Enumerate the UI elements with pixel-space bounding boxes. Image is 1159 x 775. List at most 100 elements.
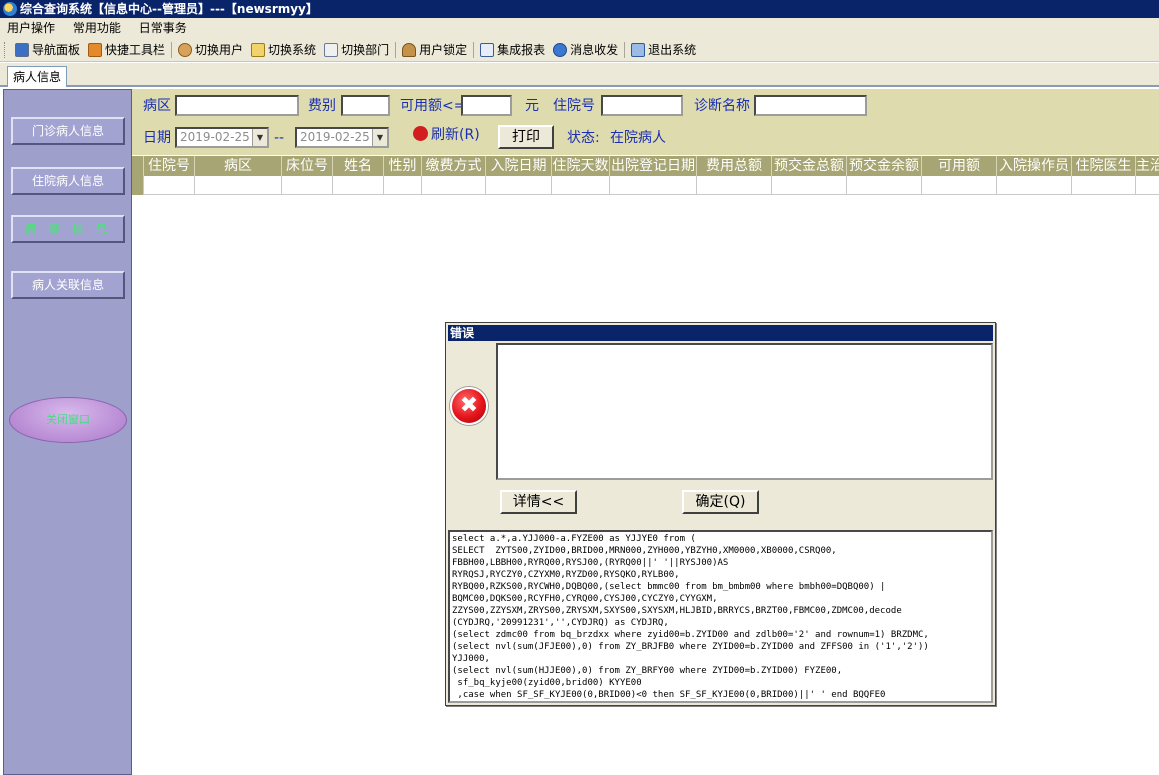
quick-toolbar-button[interactable]: 快捷工具栏: [84, 40, 169, 60]
table-cell[interactable]: [847, 176, 922, 195]
table-cell[interactable]: [610, 176, 697, 195]
diagnosis-label: 诊断名称: [694, 98, 750, 114]
row-indicator[interactable]: [132, 176, 144, 195]
column-header[interactable]: 出院登记日期: [610, 156, 697, 176]
inpatient-info-button[interactable]: 住院病人信息: [11, 167, 125, 195]
grid-header: 住院号 病区 床位号 姓名 性别 缴费方式 入院日期 住院天数 出院登记日期 费…: [132, 156, 1159, 176]
patient-related-info-button[interactable]: 病人关联信息: [11, 271, 125, 299]
table-row[interactable]: [132, 176, 1159, 195]
error-dialog: 错误 ✖ 详情<< 确定(Q) select a.*,a.YJJ000-a.FY…: [445, 322, 996, 706]
messages-button[interactable]: 消息收发: [549, 40, 622, 60]
error-details-text[interactable]: select a.*,a.YJJ000-a.FYZE00 as YJJYE0 f…: [448, 530, 993, 703]
table-cell[interactable]: [697, 176, 772, 195]
available-amount-input[interactable]: [461, 95, 512, 116]
column-header[interactable]: 病区: [195, 156, 282, 176]
table-cell[interactable]: [282, 176, 333, 195]
column-header[interactable]: 姓名: [333, 156, 384, 176]
fee-type-input[interactable]: [341, 95, 390, 116]
exit-button[interactable]: 退出系统: [627, 40, 700, 60]
details-button[interactable]: 详情<<: [500, 490, 577, 514]
close-window-button[interactable]: 关闭窗口: [9, 397, 127, 443]
user-lock-icon: [402, 42, 417, 57]
column-header[interactable]: 性别: [384, 156, 422, 176]
inpatient-no-input[interactable]: [601, 95, 683, 116]
fee-type-label: 费别: [308, 98, 336, 114]
column-header[interactable]: 住院号: [144, 156, 195, 176]
date-to-picker[interactable]: 2019-02-25 ▼: [295, 127, 389, 148]
table-cell[interactable]: [384, 176, 422, 195]
menu-common-functions[interactable]: 常用功能: [66, 18, 128, 38]
users-icon: [178, 42, 193, 57]
chevron-down-icon[interactable]: ▼: [252, 129, 267, 146]
error-icon: ✖: [450, 387, 488, 425]
table-cell[interactable]: [422, 176, 486, 195]
table-cell[interactable]: [333, 176, 384, 195]
column-header[interactable]: 预交金余额: [847, 156, 922, 176]
window-title-bar: 综合查询系统【信息中心--管理员】---【newsrmyy】: [0, 0, 1159, 18]
diagnosis-input[interactable]: [754, 95, 867, 116]
table-cell[interactable]: [922, 176, 997, 195]
nav-panel-label: 导航面板: [32, 43, 81, 57]
column-header[interactable]: 费用总额: [697, 156, 772, 176]
record-info-button[interactable]: 病 案 信 息: [11, 215, 125, 243]
menu-user-operations[interactable]: 用户操作: [0, 18, 62, 38]
toolbar: 导航面板 快捷工具栏 切换用户 切换系统 切换部门 用户锁定 集成报表 消息收发…: [0, 38, 1159, 62]
refresh-icon: [413, 126, 428, 141]
table-cell[interactable]: [552, 176, 610, 195]
column-header[interactable]: 床位号: [282, 156, 333, 176]
menu-daily-affairs[interactable]: 日常事务: [132, 18, 194, 38]
tab-strip: 病人信息: [0, 63, 1159, 87]
report-icon: [480, 42, 495, 57]
print-button[interactable]: 打印: [498, 125, 554, 149]
switch-dept-button[interactable]: 切换部门: [320, 40, 393, 60]
column-header[interactable]: 入院操作员: [997, 156, 1072, 176]
quick-toolbar-icon: [88, 42, 103, 57]
toolbar-grip[interactable]: [4, 41, 7, 58]
app-icon: [3, 2, 17, 16]
toolbar-separator: [395, 41, 397, 58]
nav-panel-button[interactable]: 导航面板: [11, 40, 84, 60]
outpatient-info-button[interactable]: 门诊病人信息: [11, 117, 125, 145]
column-header[interactable]: 住院天数: [552, 156, 610, 176]
table-cell[interactable]: [144, 176, 195, 195]
table-cell[interactable]: [772, 176, 847, 195]
refresh-button[interactable]: 刷新(R): [413, 125, 485, 149]
switch-dept-label: 切换部门: [341, 43, 390, 57]
nav-panel-icon: [15, 42, 29, 57]
table-cell[interactable]: [1136, 176, 1159, 195]
tab-patient-info[interactable]: 病人信息: [7, 66, 68, 87]
integrated-report-button[interactable]: 集成报表: [476, 40, 549, 60]
refresh-label: 刷新(R): [431, 127, 480, 143]
column-header[interactable]: 可用额: [922, 156, 997, 176]
error-message-area[interactable]: [496, 343, 993, 480]
menu-bar: 用户操作 常用功能 日常事务: [0, 18, 1159, 38]
dialog-title[interactable]: 错误: [448, 325, 993, 341]
switch-user-button[interactable]: 切换用户: [174, 40, 247, 60]
table-cell[interactable]: [997, 176, 1072, 195]
date-from-picker[interactable]: 2019-02-25 ▼: [175, 127, 269, 148]
column-header[interactable]: 住院医生: [1072, 156, 1136, 176]
table-cell[interactable]: [1072, 176, 1136, 195]
table-cell[interactable]: [486, 176, 552, 195]
table-cell[interactable]: [195, 176, 282, 195]
column-header[interactable]: 主治: [1136, 156, 1159, 176]
ward-input[interactable]: [175, 95, 299, 116]
ward-label: 病区: [143, 98, 171, 114]
window-title: 综合查询系统【信息中心--管理员】---【newsrmyy】: [20, 2, 318, 16]
messages-label: 消息收发: [570, 43, 619, 57]
left-navigation-panel: 门诊病人信息 住院病人信息 病 案 信 息 病人关联信息 关闭窗口: [3, 89, 132, 775]
info-icon: [553, 42, 568, 57]
ok-button[interactable]: 确定(Q): [682, 490, 759, 514]
toolbar-separator: [171, 41, 173, 58]
column-header[interactable]: 入院日期: [486, 156, 552, 176]
status-label: 状态:: [567, 130, 600, 146]
user-lock-button[interactable]: 用户锁定: [398, 40, 471, 60]
date-from-value: 2019-02-25: [180, 130, 250, 144]
column-header[interactable]: 预交金总额: [772, 156, 847, 176]
quick-toolbar-label: 快捷工具栏: [105, 43, 166, 57]
chevron-down-icon[interactable]: ▼: [372, 129, 387, 146]
integrated-report-label: 集成报表: [497, 43, 546, 57]
column-header[interactable]: 缴费方式: [422, 156, 486, 176]
calendar-icon: [324, 42, 339, 57]
switch-system-button[interactable]: 切换系统: [247, 40, 320, 60]
